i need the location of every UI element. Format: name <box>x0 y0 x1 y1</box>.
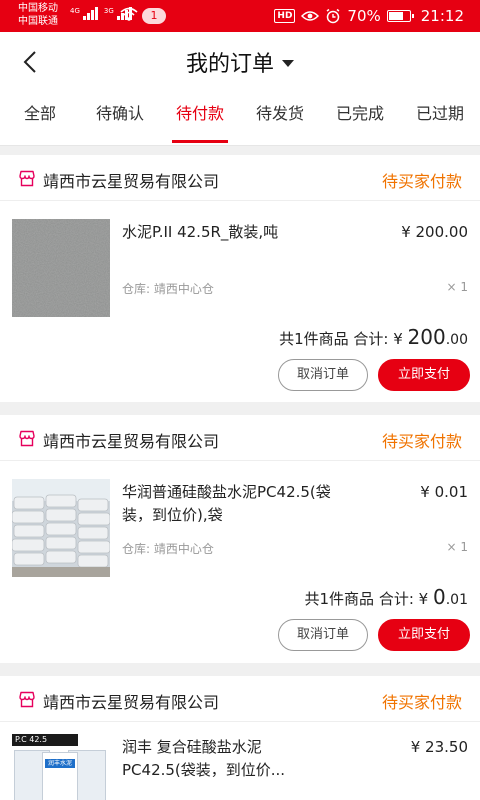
pay-now-button[interactable]: 立即支付 <box>378 359 470 391</box>
total-decimal: .00 <box>445 332 468 348</box>
total-label: 合计: ¥ <box>378 590 429 608</box>
total-amount: 0 <box>433 585 446 609</box>
store-icon <box>19 170 35 187</box>
product-price: ¥ 23.50 <box>410 738 468 756</box>
battery-icon <box>386 10 414 22</box>
product-name: 水泥P.II 42.5R_散装,吨 <box>122 223 279 241</box>
order-card: 靖西市云星贸易有限公司 待买家付款 华润普通硅酸盐水泥PC42.5(袋装，到位价… <box>0 415 480 663</box>
battery-percent: 70% <box>347 7 381 25</box>
warehouse: 仓库: 靖西中心仓 <box>122 542 214 556</box>
store-icon <box>19 430 35 447</box>
store-name: 靖西市云星贸易有限公司 <box>43 172 220 191</box>
nav-bar: 我的订单 <box>0 32 480 92</box>
order-card: 靖西市云星贸易有限公司 待买家付款 水泥P.II 42.5R_散装,吨 ¥ 20… <box>0 155 480 402</box>
carrier-labels: 中国移动 中国联通 <box>18 2 58 28</box>
order-tabs: 全部 待确认 待付款 待发货 已完成 已过期 <box>0 92 480 146</box>
notification-badge: 1 <box>142 8 166 24</box>
hd-icon: HD <box>274 9 296 23</box>
product-row[interactable]: P.C 42.5 润丰水泥 润丰 复合硅酸盐水泥PC42.5(袋装，到位价...… <box>0 722 480 800</box>
wifi-icon <box>120 7 138 21</box>
store-row[interactable]: 靖西市云星贸易有限公司 待买家付款 <box>0 155 480 201</box>
net-1-label: 4G <box>70 7 80 15</box>
order-status: 待买家付款 <box>381 432 462 451</box>
total-amount: 200 <box>407 325 446 349</box>
status-bar: 中国移动 中国联通 4G 3G 1 HD 70% 21:12 <box>0 0 480 32</box>
store-row[interactable]: 靖西市云星贸易有限公司 待买家付款 <box>0 676 480 722</box>
order-card: 靖西市云星贸易有限公司 待买家付款 P.C 42.5 润丰水泥 润丰 复合硅酸盐… <box>0 676 480 800</box>
product-row[interactable]: 水泥P.II 42.5R_散装,吨 ¥ 200.00 仓库: 靖西中心仓 × 1 <box>0 201 480 321</box>
warehouse: 仓库: 靖西中心仓 <box>122 282 214 296</box>
product-image: P.C 42.5 润丰水泥 <box>12 734 110 800</box>
quantity: × 1 <box>446 540 468 554</box>
dropdown-caret-icon <box>282 60 294 67</box>
order-summary: 共1件商品 合计: ¥ 0.01 <box>305 585 468 609</box>
order-status: 待买家付款 <box>381 172 462 191</box>
tab-completed[interactable]: 已完成 <box>320 92 400 145</box>
cancel-order-button[interactable]: 取消订单 <box>278 619 368 651</box>
order-status: 待买家付款 <box>381 693 462 712</box>
net-2-label: 3G <box>103 7 114 15</box>
bag-label: 润丰水泥 <box>45 759 75 768</box>
tab-to-pay[interactable]: 待付款 <box>160 92 240 145</box>
tab-to-ship[interactable]: 待发货 <box>240 92 320 145</box>
signal-1-icon <box>82 7 98 20</box>
product-price: ¥ 0.01 <box>420 483 468 501</box>
product-name: 华润普通硅酸盐水泥PC42.5(袋装，到位价),袋 <box>122 483 331 524</box>
carrier-2: 中国联通 <box>18 16 58 27</box>
product-row[interactable]: 华润普通硅酸盐水泥PC42.5(袋装，到位价),袋 ¥ 0.01 仓库: 靖西中… <box>0 461 480 581</box>
product-name: 润丰 复合硅酸盐水泥PC42.5(袋装，到位价... <box>122 738 286 779</box>
clock: 21:12 <box>420 7 464 25</box>
tab-all[interactable]: 全部 <box>0 92 80 145</box>
pay-now-button[interactable]: 立即支付 <box>378 619 470 651</box>
eye-icon <box>301 11 320 21</box>
total-label: 合计: ¥ <box>353 330 403 348</box>
order-summary: 共1件商品 合计: ¥ 200.00 <box>279 325 468 349</box>
status-right: HD 70% 21:12 <box>274 0 464 32</box>
title-dropdown[interactable]: 我的订单 <box>0 32 480 92</box>
thumb-label: P.C 42.5 <box>12 734 78 746</box>
total-decimal: .01 <box>445 592 468 608</box>
cancel-order-button[interactable]: 取消订单 <box>278 359 368 391</box>
store-name: 靖西市云星贸易有限公司 <box>43 693 220 712</box>
carrier-1: 中国移动 <box>18 3 58 14</box>
store-row[interactable]: 靖西市云星贸易有限公司 待买家付款 <box>0 415 480 461</box>
quantity: × 1 <box>446 280 468 294</box>
store-name: 靖西市云星贸易有限公司 <box>43 432 220 451</box>
page-title: 我的订单 <box>185 52 274 77</box>
item-count: 共1件商品 <box>304 590 375 608</box>
product-image <box>12 479 110 577</box>
item-count: 共1件商品 <box>279 330 349 348</box>
store-icon <box>19 691 35 708</box>
product-image <box>12 219 110 317</box>
tab-to-confirm[interactable]: 待确认 <box>80 92 160 145</box>
product-price: ¥ 200.00 <box>401 223 468 241</box>
tab-expired[interactable]: 已过期 <box>400 92 480 145</box>
alarm-icon <box>326 8 340 24</box>
